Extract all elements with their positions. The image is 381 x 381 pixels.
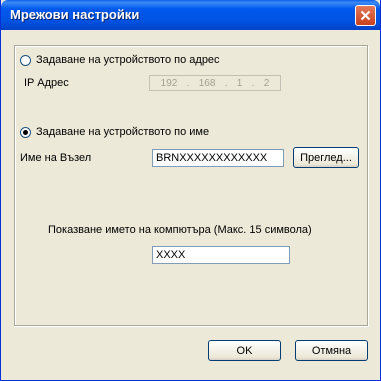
- node-name-label: Име на Възел: [20, 152, 92, 164]
- network-settings-dialog: Мрежови настройки Задаване на устройство…: [0, 0, 381, 381]
- browse-button[interactable]: Преглед...: [293, 147, 359, 168]
- radio-by-address-label: Задаване на устройството по адрес: [36, 54, 220, 66]
- ip-address-field: 192. 168. 1. 2: [149, 75, 281, 91]
- radio-by-name-label: Задаване на устройството по име: [36, 126, 210, 138]
- ip-address-label: IP Адрес: [24, 77, 69, 89]
- ip-octet-3: 1: [236, 77, 243, 89]
- pc-name-label: Показване името на компютъра (Макс. 15 с…: [48, 224, 312, 236]
- radio-by-address[interactable]: Задаване на устройството по адрес: [20, 54, 220, 66]
- ip-octet-2: 168: [198, 77, 216, 89]
- window-title: Мрежови настройки: [10, 7, 140, 22]
- ip-octet-1: 192: [160, 77, 178, 89]
- radio-by-name[interactable]: Задаване на устройството по име: [20, 126, 209, 138]
- node-name-input[interactable]: BRNXXXXXXXXXXXX: [152, 149, 284, 167]
- close-button[interactable]: [355, 5, 376, 26]
- radio-by-address-indicator[interactable]: [20, 54, 31, 66]
- cancel-button[interactable]: Отмяна: [295, 340, 368, 361]
- radio-by-name-indicator[interactable]: [20, 126, 31, 138]
- close-icon: [360, 10, 371, 21]
- title-bar[interactable]: Мрежови настройки: [1, 0, 380, 30]
- pc-name-input[interactable]: XXXX: [152, 246, 290, 264]
- ip-octet-4: 2: [263, 77, 270, 89]
- ok-button[interactable]: OK: [208, 340, 281, 361]
